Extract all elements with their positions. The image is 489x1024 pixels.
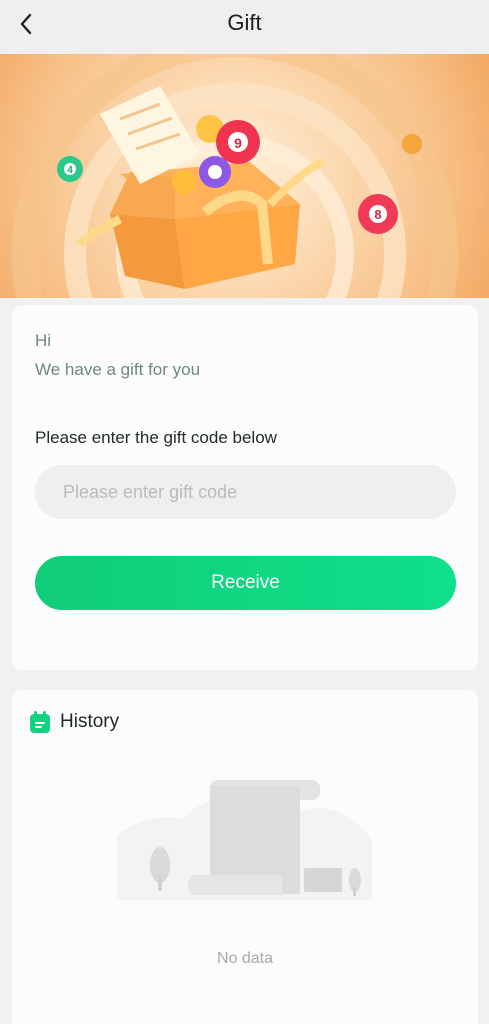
receive-button[interactable]: Receive (35, 556, 456, 610)
top-bar: Gift (0, 0, 489, 54)
history-card: History No data (12, 690, 478, 1024)
ball-nine-text: 9 (234, 135, 242, 151)
empty-state-text: No data (216, 950, 274, 967)
gift-banner: 9 4 8 (0, 54, 489, 298)
ball-four-text: 4 (67, 165, 73, 176)
chevron-left-icon (20, 13, 32, 35)
history-header: History (30, 711, 119, 733)
back-button[interactable] (12, 10, 40, 38)
gift-code-card: Hi We have a gift for you Please enter t… (12, 305, 478, 670)
gift-code-prompt: Please enter the gift code below (35, 428, 277, 447)
empty-state-illustration (117, 780, 372, 900)
page-title: Gift (227, 10, 262, 35)
gift-code-input[interactable] (35, 465, 456, 519)
greeting-text: Hi (35, 331, 52, 350)
ball-eight-text: 8 (374, 207, 381, 222)
calendar-icon (30, 711, 50, 733)
gift-subtitle: We have a gift for you (35, 360, 201, 379)
gift-illustration: 9 4 8 (12, 54, 458, 298)
history-title: History (60, 711, 120, 732)
